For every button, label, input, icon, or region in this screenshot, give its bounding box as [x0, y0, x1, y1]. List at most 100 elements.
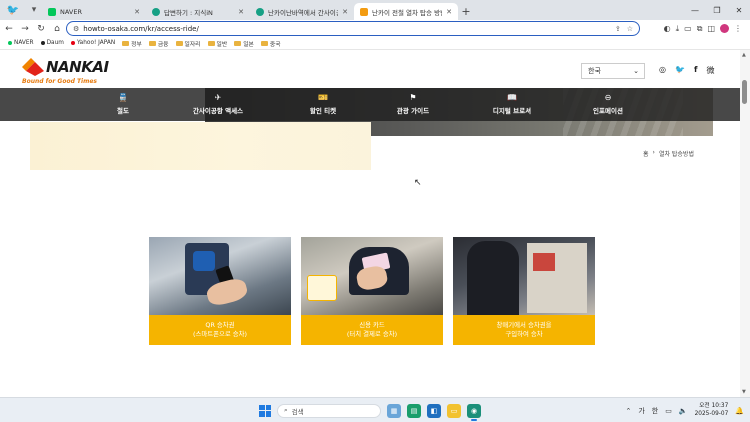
naver-favicon-icon — [48, 7, 56, 16]
credit-card-gate-photo — [301, 237, 443, 315]
network-icon[interactable]: ▭ — [665, 407, 672, 415]
bookmark-label: 금융 — [157, 41, 169, 48]
yahoo-icon — [70, 41, 75, 45]
share-icon[interactable]: ⇪ — [615, 25, 621, 33]
nav-label: 할인 티켓 — [309, 107, 337, 115]
browser-profile-icon[interactable]: 🐦 — [0, 0, 26, 20]
volume-icon[interactable]: 🔈 — [679, 407, 688, 415]
back-icon[interactable]: ← — [2, 22, 16, 36]
bookmark-label: 일자리 — [184, 41, 201, 48]
nav-railway[interactable]: 🚆 철도 — [108, 88, 138, 121]
nav-label: 간사이공항 액세스 — [192, 107, 244, 115]
windows-start-icon[interactable] — [259, 404, 271, 417]
browser-toolbar: ← → ↻ ⌂ ⚙ howto-osaka.com/kr/access-ride… — [0, 20, 750, 37]
bookmark-folder-finance[interactable]: 금융 — [148, 39, 169, 48]
file-explorer-icon[interactable]: ▭ — [447, 403, 461, 418]
nav-information[interactable]: ⊖ 인포메이션 — [585, 88, 631, 121]
tab-namba-kansai[interactable]: 난카이난바역에서 간사이공항 갈 ✕ — [250, 3, 354, 20]
page-scrollbar[interactable]: ▲ ▼ — [740, 50, 750, 397]
close-tab-icon[interactable]: ✕ — [134, 8, 140, 16]
hero-banner-gradient — [30, 122, 371, 170]
scroll-thumb[interactable] — [742, 80, 747, 104]
bookmark-folder-government[interactable]: 정부 — [122, 39, 142, 48]
nankai-logo-mark-icon — [22, 58, 44, 76]
split-view-icon[interactable]: ◫ — [707, 24, 715, 33]
app-blue-icon[interactable]: ◧ — [427, 403, 441, 418]
puzzle-icon[interactable]: ⧉ — [697, 24, 703, 34]
weibo-icon[interactable]: 微 — [706, 65, 714, 76]
instagram-icon[interactable]: ◎ — [659, 65, 666, 76]
url-text[interactable]: howto-osaka.com/kr/access-ride/ — [83, 25, 199, 33]
scroll-up-icon[interactable]: ▲ — [742, 52, 746, 58]
nav-label: 철도 — [117, 107, 129, 115]
taskbar-clock[interactable]: 오전 10:37 2025-09-07 — [695, 403, 729, 418]
card-ticket-machine[interactable]: 창매기에서 승차권을 구입하여 승차 — [453, 237, 595, 345]
search-placeholder: 검색 — [291, 407, 304, 416]
folder-icon — [175, 40, 183, 46]
minimize-button[interactable]: — — [684, 0, 706, 20]
logo-wordmark: NANKAI — [46, 58, 109, 76]
tab-naver[interactable]: NAVER ✕ — [42, 3, 146, 20]
nav-kansai-airport-access[interactable]: ✈ 간사이공항 액세스 — [178, 88, 258, 121]
input-language[interactable]: 한 — [652, 406, 658, 416]
machine-screen — [533, 253, 555, 271]
breadcrumb-current: 열차 탑승방법 — [658, 151, 694, 158]
card-caption: 창매기에서 승차권을 구입하여 승차 — [453, 315, 595, 345]
nav-discount-tickets[interactable]: 🎫 할인 티켓 — [298, 88, 348, 121]
language-select[interactable]: 한국 ⌄ — [581, 63, 645, 79]
window-controls: — ❐ ✕ — [684, 0, 750, 20]
media-icon[interactable]: ▭ — [684, 24, 692, 33]
close-tab-icon[interactable]: ✕ — [446, 8, 452, 16]
bookmark-naver[interactable]: NAVER — [8, 40, 34, 46]
breadcrumb-separator: › — [652, 149, 655, 156]
bookmark-folder-japan[interactable]: 일본 — [234, 39, 254, 48]
facebook-icon[interactable]: f — [694, 65, 697, 76]
card-credit-card[interactable]: 신용 카드 (터치 결제로 승차) — [301, 237, 443, 345]
card-qr-ticket[interactable]: QR 승차권 (스마트폰으로 승차) — [149, 237, 291, 345]
nankai-logo[interactable]: NANKAI Bound for Good Times — [22, 58, 122, 88]
site-info-icon[interactable]: ⚙ — [73, 25, 79, 33]
tab-jisik-in[interactable]: 답변하기 : 지식iN ✕ — [146, 3, 250, 20]
book-icon: 📖 — [507, 93, 517, 102]
train-icon: 🚆 — [118, 93, 128, 102]
chevron-up-icon[interactable]: ⌃ — [625, 407, 631, 415]
ime-mode[interactable]: 가 — [638, 406, 644, 416]
menu-icon[interactable]: ⋮ — [734, 24, 742, 33]
address-bar[interactable]: ⚙ howto-osaka.com/kr/access-ride/ ⇪ ☆ — [66, 21, 640, 36]
nav-digital-brochure[interactable]: 📖 디지털 브로셔 — [482, 88, 542, 121]
card-title: 창매기에서 승차권을 — [496, 321, 552, 330]
nav-sightseeing-guide[interactable]: ⚑ 관광 가이드 — [385, 88, 441, 121]
bookmark-folder-jobs[interactable]: 일자리 — [175, 39, 201, 48]
close-window-button[interactable]: ✕ — [728, 0, 750, 20]
extensions-area: ◐ ⤓ ▭ ⧉ ◫ ⋮ — [664, 21, 742, 36]
profile-avatar[interactable] — [720, 24, 729, 33]
extension-icon[interactable]: ◐ — [664, 24, 671, 33]
bookmark-folder-china[interactable]: 중국 — [260, 39, 281, 48]
bookmark-star-icon[interactable]: ☆ — [627, 25, 633, 33]
twitter-icon[interactable]: 🐦 — [675, 65, 685, 76]
notification-bell-icon[interactable]: 🔔 — [735, 407, 744, 415]
bookmark-folder-general[interactable]: 일반 — [207, 39, 227, 48]
taskbar-search[interactable]: ⌕ 검색 — [277, 403, 381, 418]
new-tab-button[interactable]: + — [458, 3, 474, 20]
breadcrumb-home[interactable]: 홈 — [643, 149, 649, 158]
tab-nankai-ride[interactable]: 난카이 전철 열차 탑승 방법 | Fi ✕ — [354, 3, 458, 20]
scroll-down-icon[interactable]: ▼ — [742, 389, 746, 395]
browser-icon[interactable]: ◉ — [467, 403, 481, 421]
widgets-icon[interactable]: ▦ — [387, 403, 401, 418]
reload-icon[interactable]: ↻ — [34, 22, 48, 36]
home-icon[interactable]: ⌂ — [50, 22, 64, 36]
kin-favicon-icon — [152, 7, 160, 16]
close-tab-icon[interactable]: ✕ — [238, 8, 244, 16]
card-subtitle: 구입하여 승차 — [505, 330, 543, 338]
forward-icon[interactable]: → — [18, 22, 32, 36]
close-tab-icon[interactable]: ✕ — [342, 8, 348, 16]
tab-search-icon[interactable]: ▾ — [26, 0, 42, 20]
download-icon[interactable]: ⤓ — [676, 24, 680, 34]
bookmark-yahoo-japan[interactable]: Yahoo! JAPAN — [70, 40, 115, 46]
app-green-icon[interactable]: ▤ — [407, 403, 421, 418]
tab-label: 난카이난바역에서 간사이공항 갈 — [268, 8, 338, 17]
restore-button[interactable]: ❐ — [706, 0, 728, 20]
bookmark-label: NAVER — [14, 40, 34, 46]
bookmark-daum[interactable]: Daum — [40, 40, 64, 46]
